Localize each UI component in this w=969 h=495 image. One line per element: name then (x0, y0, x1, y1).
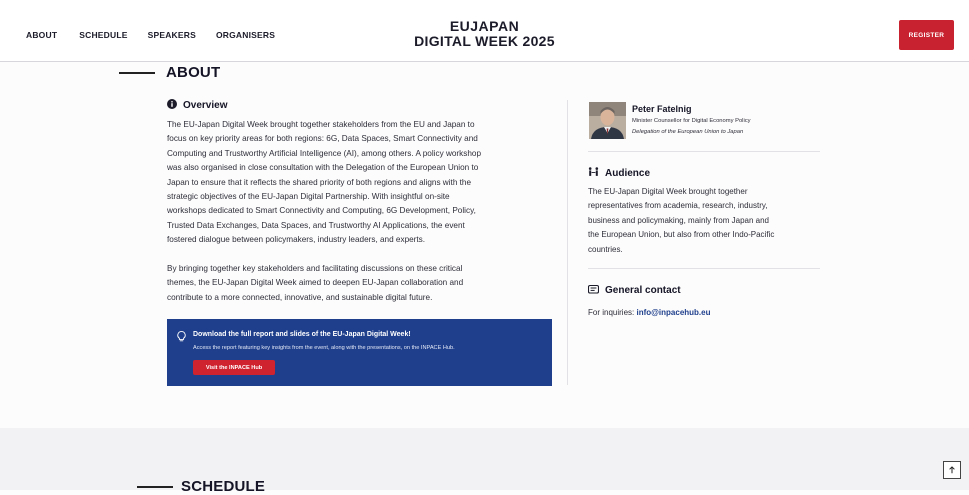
banner-description: Access the report featuring key insights… (193, 345, 455, 351)
logo-line-1: EUJAPAN (449, 18, 520, 34)
contact-email-link[interactable]: info@inpacehub.eu (636, 308, 710, 317)
overview-title: Overview (183, 100, 228, 111)
schedule-section-title: SCHEDULE (181, 478, 266, 495)
about-section-title: ABOUT (166, 64, 221, 81)
audience-line: the European Union, but also from other … (588, 230, 775, 240)
overview-p1-line: Trusted Data Exchanges, Data Spaces, and… (167, 220, 465, 230)
site-header: ABOUT SCHEDULE SPEAKERS ORGANISERS EUJAP… (0, 0, 969, 62)
overview-p1-line: was also organised in close consultation… (167, 163, 479, 173)
side-divider-1 (588, 151, 820, 152)
about-heading-rule (119, 72, 155, 74)
overview-p1-line: Japan to ensure that it reflects the sha… (167, 177, 472, 187)
overview-p1-line: The EU-Japan Digital Week brought togeth… (167, 120, 475, 129)
download-report-banner: Download the full report and slides of t… (167, 319, 552, 386)
info-icon (167, 99, 177, 112)
visit-inpace-hub-button[interactable]: Visit the INPACE Hub (193, 360, 275, 375)
speaker-name: Peter Fatelnig (632, 104, 692, 114)
overview-p1-line: focus on key priority areas for both reg… (167, 134, 478, 144)
arrow-up-icon (949, 466, 955, 474)
audience-line: business and policymaking, mainly from J… (588, 215, 769, 225)
banner-title: Download the full report and slides of t… (193, 331, 411, 338)
overview-p1-line: fostered dialogue between policymakers, … (167, 235, 426, 245)
lightbulb-icon (177, 329, 186, 347)
contact-heading: General contact (587, 284, 681, 297)
side-divider-2 (588, 268, 820, 269)
people-icon (588, 167, 599, 180)
audience-line: countries. (588, 244, 623, 254)
overview-p1-line: Computing and Trustworthy Artificial Int… (167, 148, 482, 158)
schedule-section: SCHEDULE (0, 428, 969, 495)
contact-title: General contact (605, 285, 681, 296)
audience-title: Audience (605, 168, 651, 179)
overview-p2-line: By bringing together key stakeholders an… (167, 264, 463, 273)
contact-card-icon (587, 284, 600, 297)
overview-p1-line: workshops dedicated to Smart Connectivit… (167, 206, 476, 216)
column-divider (567, 100, 568, 385)
site-logo[interactable]: EUJAPAN DIGITAL WEEK 2025 (0, 19, 969, 49)
speaker-avatar (589, 102, 626, 139)
audience-line: representatives from academia, research,… (588, 201, 768, 211)
speaker-organisation: Delegation of the European Union to Japa… (632, 129, 744, 135)
overview-p1-line: strategic objectives of the EU-Japan Dig… (167, 192, 450, 202)
audience-paragraph: The EU-Japan Digital Week brought togeth… (588, 185, 774, 257)
back-to-top-button[interactable] (943, 461, 961, 479)
audience-line: The EU-Japan Digital Week brought togeth… (588, 187, 748, 196)
overview-paragraph-2: By bringing together key stakeholders an… (167, 262, 463, 305)
overview-p2-line: themes, the EU-Japan Digital Week aimed … (167, 278, 464, 288)
contact-line: For inquiries: info@inpacehub.eu (588, 308, 711, 317)
overview-p2-line: contribute to a more connected, innovati… (167, 292, 433, 302)
audience-heading: Audience (588, 167, 650, 180)
logo-line-2: DIGITAL WEEK 2025 (414, 33, 555, 49)
contact-label: For inquiries: (588, 308, 637, 317)
speaker-role: Minister Counsellor for Digital Economy … (632, 118, 751, 124)
overview-heading: Overview (167, 99, 227, 112)
overview-paragraph-1: The EU-Japan Digital Week brought togeth… (167, 118, 481, 248)
register-button[interactable]: REGISTER (899, 20, 954, 50)
schedule-heading-rule (137, 486, 173, 488)
